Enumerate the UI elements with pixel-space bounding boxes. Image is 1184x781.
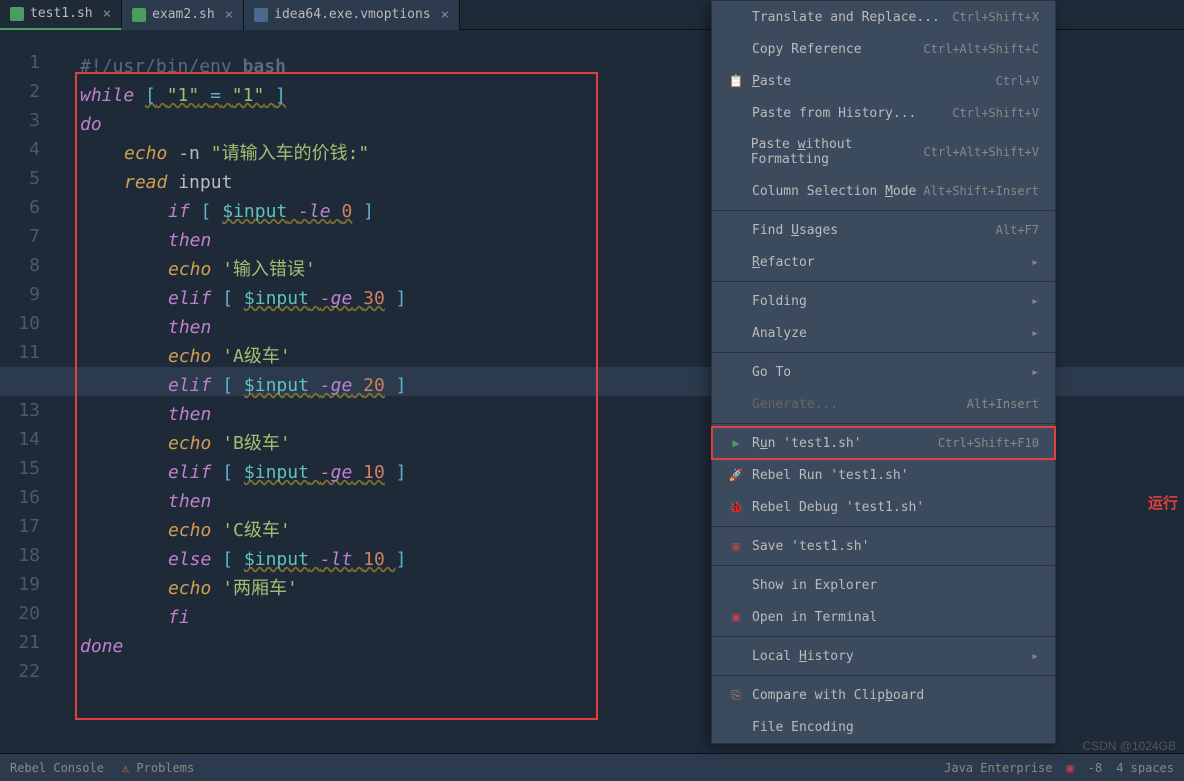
line-number[interactable]: 9 bbox=[0, 280, 40, 309]
menu-paste-history[interactable]: Paste from History...Ctrl+Shift+V bbox=[712, 97, 1055, 129]
menu-column-selection[interactable]: Column Selection ModeAlt+Shift+Insert bbox=[712, 175, 1055, 207]
line-number[interactable]: 10 bbox=[0, 309, 40, 338]
tab-exam2[interactable]: exam2.sh × bbox=[122, 0, 244, 30]
close-icon[interactable]: × bbox=[441, 7, 449, 23]
line-number[interactable]: 19 bbox=[0, 570, 40, 599]
chevron-right-icon: ▸ bbox=[1031, 649, 1039, 664]
menu-paste[interactable]: 📋PasteCtrl+V bbox=[712, 65, 1055, 97]
chevron-right-icon: ▸ bbox=[1031, 255, 1039, 270]
clipboard-icon: 📋 bbox=[728, 73, 744, 89]
line-number[interactable]: 3 bbox=[0, 106, 40, 135]
menu-save[interactable]: ▣Save 'test1.sh' bbox=[712, 530, 1055, 562]
line-number[interactable]: 14 bbox=[0, 425, 40, 454]
menu-run[interactable]: ▶Run 'test1.sh'Ctrl+Shift+F10 bbox=[712, 427, 1055, 459]
chevron-right-icon: ▸ bbox=[1031, 365, 1039, 380]
menu-translate[interactable]: Translate and Replace...Ctrl+Shift+X bbox=[712, 1, 1055, 33]
menu-local-history[interactable]: Local History▸ bbox=[712, 640, 1055, 672]
bug-icon: 🐞 bbox=[728, 499, 744, 515]
db-icon[interactable]: ▣ bbox=[1067, 761, 1074, 775]
line-number[interactable]: 20 bbox=[0, 599, 40, 628]
play-icon: ▶ bbox=[728, 435, 744, 451]
menu-file-encoding[interactable]: File Encoding bbox=[712, 711, 1055, 743]
tab-test1[interactable]: test1.sh × bbox=[0, 0, 122, 30]
chevron-right-icon: ▸ bbox=[1031, 294, 1039, 309]
menu-analyze[interactable]: Analyze▸ bbox=[712, 317, 1055, 349]
line-number[interactable]: 13 bbox=[0, 396, 40, 425]
menu-rebel-run[interactable]: 🚀Rebel Run 'test1.sh' bbox=[712, 459, 1055, 491]
shell-icon bbox=[132, 8, 146, 22]
context-menu: Translate and Replace...Ctrl+Shift+X Cop… bbox=[711, 0, 1056, 744]
close-icon[interactable]: × bbox=[225, 7, 233, 23]
warning-icon: ⚠ bbox=[122, 761, 129, 775]
menu-find-usages[interactable]: Find UsagesAlt+F7 bbox=[712, 214, 1055, 246]
status-bar: Rebel Console ⚠ Problems Java Enterprise… bbox=[0, 753, 1184, 781]
line-number[interactable]: 17 bbox=[0, 512, 40, 541]
tab-vmoptions[interactable]: idea64.exe.vmoptions × bbox=[244, 0, 460, 30]
close-icon[interactable]: × bbox=[103, 6, 111, 22]
shell-icon bbox=[10, 7, 24, 21]
line-number[interactable]: 15 bbox=[0, 454, 40, 483]
line-number[interactable]: 2 bbox=[0, 77, 40, 106]
compare-icon: ⎘ bbox=[728, 687, 744, 703]
menu-copy-reference[interactable]: Copy ReferenceCtrl+Alt+Shift+C bbox=[712, 33, 1055, 65]
menu-show-explorer[interactable]: Show in Explorer bbox=[712, 569, 1055, 601]
tab-label: test1.sh bbox=[30, 6, 93, 21]
line-number[interactable]: 8 bbox=[0, 251, 40, 280]
rebel-console-button[interactable]: Rebel Console bbox=[10, 761, 104, 775]
caret-position[interactable]: -8 bbox=[1088, 761, 1102, 775]
line-number[interactable]: 16 bbox=[0, 483, 40, 512]
tab-label: idea64.exe.vmoptions bbox=[274, 7, 431, 22]
file-icon bbox=[254, 8, 268, 22]
line-number[interactable]: 11 bbox=[0, 338, 40, 367]
tab-label: exam2.sh bbox=[152, 7, 215, 22]
terminal-icon: ▣ bbox=[728, 538, 744, 554]
menu-goto[interactable]: Go To▸ bbox=[712, 356, 1055, 388]
menu-folding[interactable]: Folding▸ bbox=[712, 285, 1055, 317]
problems-button[interactable]: ⚠ Problems bbox=[122, 761, 194, 775]
rocket-icon: 🚀 bbox=[728, 467, 744, 483]
menu-paste-no-format[interactable]: Paste without FormattingCtrl+Alt+Shift+V bbox=[712, 129, 1055, 175]
terminal-icon: ▣ bbox=[728, 609, 744, 625]
line-number[interactable]: 21 bbox=[0, 628, 40, 657]
line-number[interactable]: 1 bbox=[0, 48, 40, 77]
menu-refactor[interactable]: Refactor▸ bbox=[712, 246, 1055, 278]
line-number[interactable]: 22 bbox=[0, 657, 40, 686]
line-number[interactable]: 4 bbox=[0, 135, 40, 164]
line-number[interactable]: 18 bbox=[0, 541, 40, 570]
watermark: CSDN @1024GB bbox=[1082, 739, 1176, 753]
menu-generate: Generate...Alt+Insert bbox=[712, 388, 1055, 420]
chevron-right-icon: ▸ bbox=[1031, 326, 1039, 341]
menu-compare-clipboard[interactable]: ⎘Compare with Clipboard bbox=[712, 679, 1055, 711]
line-number[interactable]: 5 bbox=[0, 164, 40, 193]
java-enterprise-button[interactable]: Java Enterprise bbox=[944, 761, 1052, 775]
menu-rebel-debug[interactable]: 🐞Rebel Debug 'test1.sh' bbox=[712, 491, 1055, 523]
line-number[interactable]: 7 bbox=[0, 222, 40, 251]
indent-info[interactable]: 4 spaces bbox=[1116, 761, 1174, 775]
menu-open-terminal[interactable]: ▣Open in Terminal bbox=[712, 601, 1055, 633]
line-number[interactable]: 6 bbox=[0, 193, 40, 222]
